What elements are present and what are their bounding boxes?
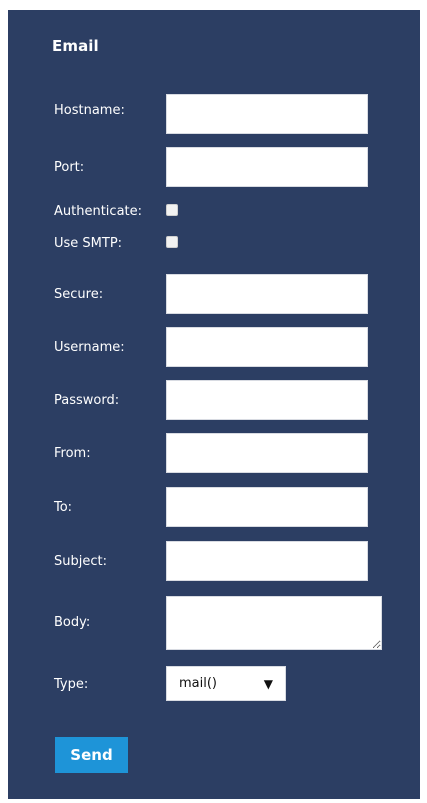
- password-label: Password:: [54, 393, 120, 408]
- from-label: From:: [54, 446, 91, 461]
- section-title: Email: [52, 37, 99, 55]
- subject-input[interactable]: [166, 541, 368, 581]
- hostname-input[interactable]: [166, 94, 368, 134]
- authenticate-label: Authenticate:: [54, 204, 143, 219]
- port-label: Port:: [54, 160, 85, 175]
- use-smtp-label: Use SMTP:: [54, 236, 123, 251]
- port-input[interactable]: [166, 147, 368, 187]
- from-input[interactable]: [166, 433, 368, 473]
- secure-label: Secure:: [54, 287, 104, 302]
- caret-down-icon: ▼: [263, 676, 273, 691]
- type-select[interactable]: mail() ▼: [166, 666, 286, 701]
- body-label: Body:: [54, 615, 91, 630]
- subject-label: Subject:: [54, 554, 107, 569]
- username-input[interactable]: [166, 327, 368, 367]
- authenticate-checkbox[interactable]: [166, 204, 178, 216]
- password-input[interactable]: [166, 380, 368, 420]
- secure-input[interactable]: [166, 274, 368, 314]
- type-label: Type:: [54, 677, 89, 692]
- username-label: Username:: [54, 340, 125, 355]
- type-selected-value: mail(): [179, 676, 217, 691]
- hostname-label: Hostname:: [54, 103, 125, 118]
- send-button[interactable]: Send: [55, 737, 128, 773]
- to-input[interactable]: [166, 487, 368, 527]
- body-textarea[interactable]: [166, 596, 382, 650]
- use-smtp-checkbox[interactable]: [166, 236, 178, 248]
- to-label: To:: [54, 500, 73, 515]
